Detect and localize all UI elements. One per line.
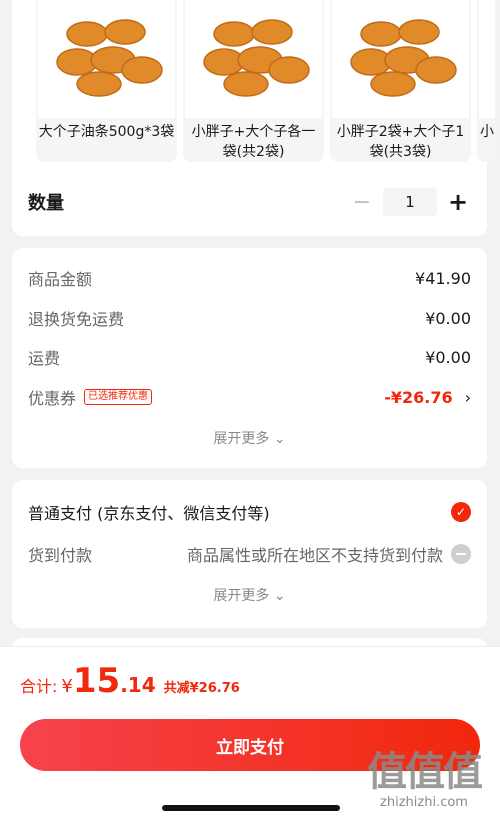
shipping-value: ¥0.00 — [425, 347, 471, 367]
total-label: 合计: — [20, 677, 58, 696]
watermark-url: zhizhizhi.com — [380, 795, 468, 810]
quantity-row: 数量 − 1 + — [28, 186, 471, 218]
payment-cod-note: 商品属性或所在地区不支持货到付款 — [186, 546, 443, 565]
payment-cod-label: 货到付款 — [28, 546, 93, 565]
total-integer: 15 — [72, 661, 121, 701]
decrease-button[interactable]: − — [349, 190, 375, 215]
goods-amount-value: ¥41.90 — [415, 268, 471, 288]
variant-label: 小胖子2袋+大个子1袋(共3袋) — [336, 124, 465, 160]
chevron-right-icon[interactable]: › — [465, 388, 471, 407]
total-saved: 共减¥26.76 — [163, 681, 240, 696]
variant-label: 大个子油条500g*3袋 — [38, 124, 175, 140]
product-image — [185, 0, 322, 118]
watermark-logo: 值值值 — [367, 749, 483, 795]
variant-label: 小 — [480, 124, 494, 140]
variant-card-1[interactable]: 大个子油条500g*3袋 — [36, 0, 177, 162]
home-indicator[interactable] — [162, 805, 340, 811]
product-image — [332, 0, 469, 118]
total-currency: ¥ — [61, 676, 73, 697]
total-decimal: .14 — [120, 673, 156, 697]
shipping-row: 运费 ¥0.00 — [28, 345, 471, 369]
coupon-label: 优惠券 — [28, 389, 77, 408]
product-image — [479, 0, 495, 118]
quantity-stepper: − 1 + — [349, 188, 471, 216]
goods-amount-row: 商品金额 ¥41.90 — [28, 266, 471, 290]
quantity-input[interactable]: 1 — [383, 188, 437, 216]
variant-card-2[interactable]: 小胖子+大个子各一袋(共2袋) — [183, 0, 324, 162]
coupon-value: -¥26.76 — [384, 387, 453, 407]
variant-card-3[interactable]: 小胖子2袋+大个子1袋(共3袋) — [330, 0, 471, 162]
payment-option-normal[interactable]: 普通支付 (京东支付、微信支付等) ✓ — [28, 500, 471, 524]
checkout-bar: 合计: ¥ 15 .14 共减¥26.76 立即支付 值值值 zhizhizhi… — [0, 646, 500, 821]
price-summary: 商品金额 ¥41.90 退换货免运费 ¥0.00 运费 ¥0.00 优惠券 已选… — [12, 248, 487, 468]
increase-button[interactable]: + — [445, 188, 471, 216]
checked-icon[interactable]: ✓ — [451, 502, 471, 522]
product-image — [38, 0, 175, 118]
disabled-icon — [451, 544, 471, 564]
goods-amount-label: 商品金额 — [28, 270, 93, 289]
payment-normal-label: 普通支付 (京东支付、微信支付等) — [28, 504, 270, 523]
variant-label: 小胖子+大个子各一袋(共2袋) — [191, 124, 316, 160]
payment-section: 普通支付 (京东支付、微信支付等) ✓ 货到付款 商品属性或所在地区不支持货到付… — [12, 480, 487, 628]
return-shipping-label: 退换货免运费 — [28, 310, 125, 329]
quantity-title: 数量 — [28, 193, 64, 214]
payment-expand-more-link[interactable]: 展开更多 ⌄ — [12, 585, 487, 605]
expand-more-link[interactable]: 展开更多 ⌄ — [12, 428, 487, 448]
return-shipping-value: ¥0.00 — [425, 308, 471, 328]
coupon-row[interactable]: 优惠券 已选推荐优惠 -¥26.76 › — [28, 385, 471, 409]
variant-card-4[interactable]: 小 — [477, 0, 497, 162]
payment-option-cod: 货到付款 商品属性或所在地区不支持货到付款 — [28, 542, 471, 566]
watermark: 值值值 zhizhizhi.com — [349, 739, 499, 810]
return-shipping-row: 退换货免运费 ¥0.00 — [28, 306, 471, 330]
coupon-badge: 已选推荐优惠 — [84, 389, 153, 405]
total-amount: 合计: ¥ 15 .14 共减¥26.76 — [20, 661, 240, 701]
variant-section: 大个子油条500g*3袋 小胖子+大个子各一袋(共2袋) 小胖子2袋+大个子1袋… — [12, 0, 497, 236]
shipping-label: 运费 — [28, 349, 61, 368]
